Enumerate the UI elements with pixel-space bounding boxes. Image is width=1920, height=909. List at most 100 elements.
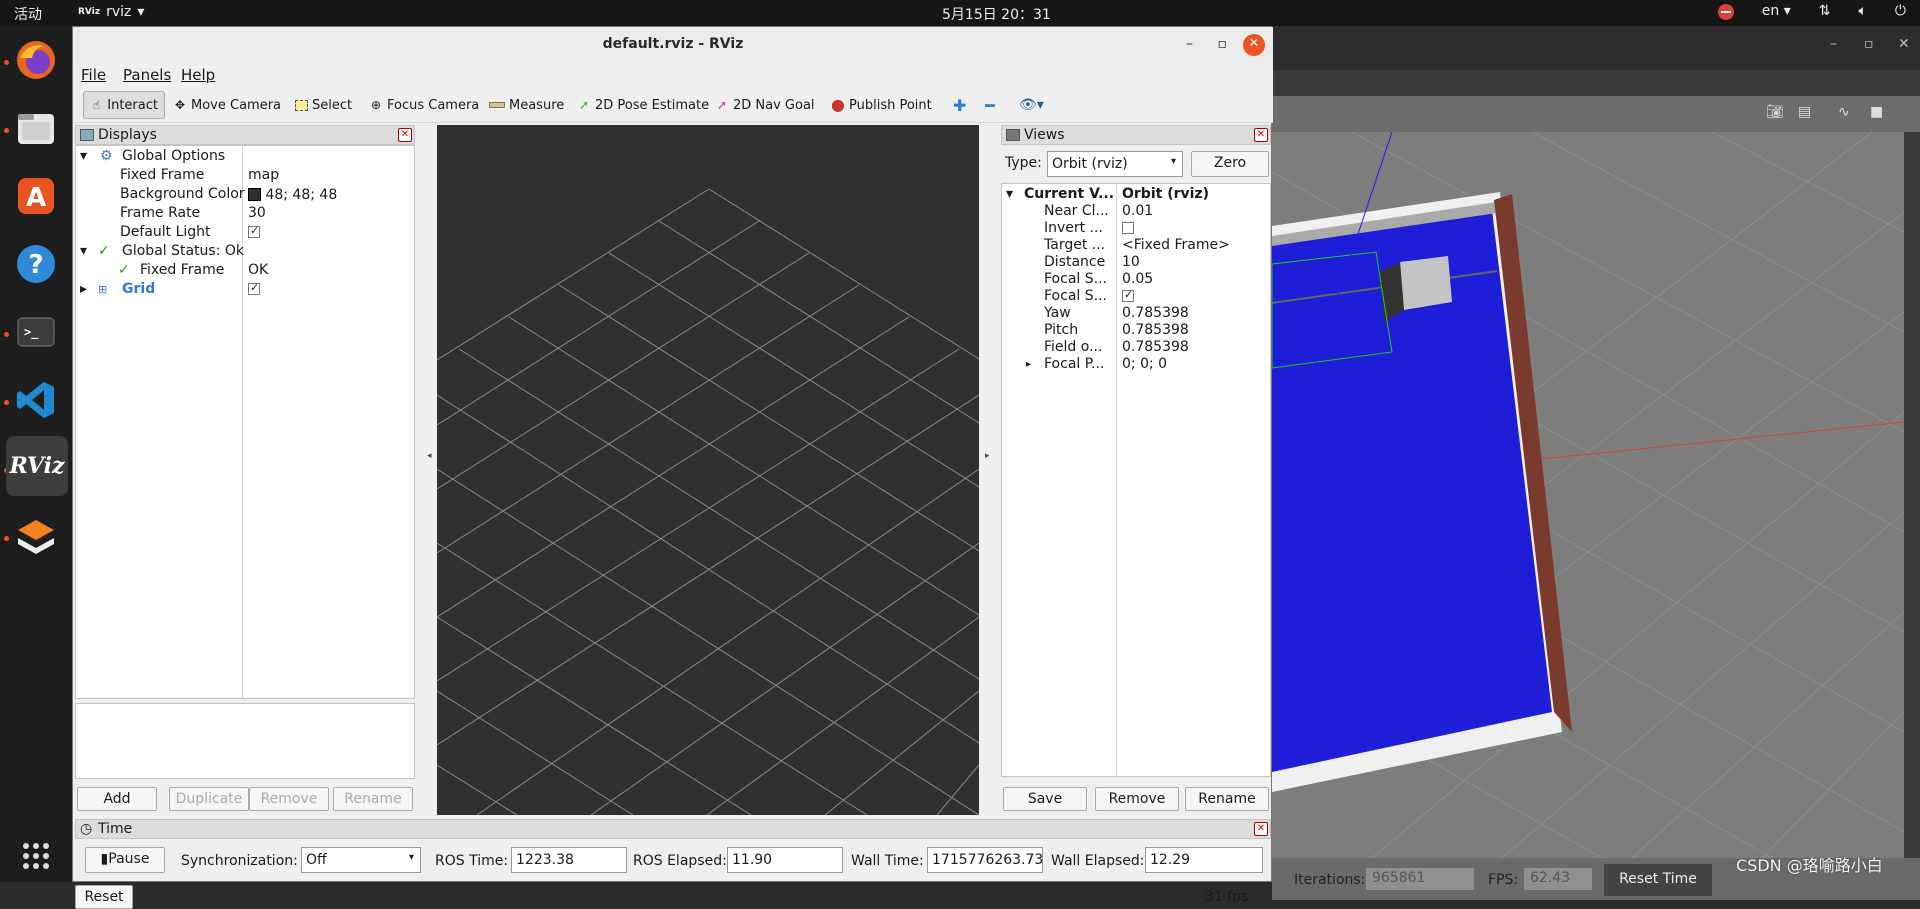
activities-button[interactable]: 活动 xyxy=(14,4,42,24)
files-icon[interactable] xyxy=(12,104,60,152)
fixed-frame-value[interactable]: map xyxy=(248,167,279,183)
sync-select[interactable]: Off ▾ xyxy=(301,847,421,873)
gazebo-3d-scene[interactable] xyxy=(1272,132,1904,858)
tree-row[interactable]: Default Light xyxy=(76,224,414,243)
tree-row[interactable]: ▾ ✓ Global Status: Ok xyxy=(76,243,414,262)
remove-display-button[interactable]: Remove xyxy=(249,787,329,811)
select-tool[interactable]: Select xyxy=(289,91,358,119)
pause-button[interactable]: ▮Pause xyxy=(85,847,165,873)
remove-tool-icon[interactable]: ━ xyxy=(979,91,1001,119)
maximize-icon[interactable]: ▫ xyxy=(1218,36,1228,52)
invert-checkbox[interactable] xyxy=(1122,222,1134,234)
pose-estimate-tool[interactable]: ➚ 2D Pose Estimate xyxy=(571,91,715,119)
close-icon[interactable]: ✕ xyxy=(1898,36,1910,52)
background-color-value[interactable]: 48; 48; 48 xyxy=(248,186,337,203)
measure-tool[interactable]: Measure xyxy=(483,91,570,119)
vscode-icon[interactable] xyxy=(12,376,60,424)
camera-icon[interactable]: 📷︎ xyxy=(1766,104,1784,120)
interact-tool[interactable]: ☝ Interact xyxy=(83,91,165,119)
menu-file[interactable]: File xyxy=(81,66,106,84)
reset-time-button[interactable]: Reset Time xyxy=(1604,864,1712,896)
rename-display-button[interactable]: Rename xyxy=(333,787,413,811)
ros-time-field[interactable]: 1223.38 xyxy=(511,847,627,873)
plot-icon[interactable]: ∿ xyxy=(1838,104,1850,120)
prop-value[interactable]: 0.785398 xyxy=(1122,339,1189,355)
add-tool-icon[interactable]: ✚ xyxy=(947,91,972,119)
focus-camera-tool[interactable]: ⊕ Focus Camera xyxy=(363,91,485,119)
minimize-icon[interactable]: – xyxy=(1830,36,1837,52)
input-language[interactable]: en ▾ xyxy=(1762,3,1791,19)
measure-label: Measure xyxy=(509,97,565,113)
prop-value[interactable]: 0; 0; 0 xyxy=(1122,356,1167,372)
gazebo-icon[interactable] xyxy=(12,512,60,560)
app-menu[interactable]: RViz rviz ▾ xyxy=(78,4,144,20)
rename-view-button[interactable]: Rename xyxy=(1185,787,1269,811)
log-icon[interactable]: ▤ xyxy=(1798,104,1811,120)
power-icon[interactable]: ⏻ xyxy=(1895,3,1906,19)
expand-right-icon[interactable]: ▸ xyxy=(1026,359,1031,370)
show-apps-icon[interactable] xyxy=(12,832,60,880)
wall-time-field[interactable]: 1715776263.73 xyxy=(927,847,1043,873)
reset-button[interactable]: Reset xyxy=(75,885,133,909)
tree-row[interactable]: Background Color 48; 48; 48 xyxy=(76,186,414,205)
zero-button[interactable]: Zero xyxy=(1191,151,1269,177)
video-icon[interactable]: ■ xyxy=(1870,104,1883,120)
eye-icon[interactable]: 👁︎▾ xyxy=(1013,91,1050,119)
tree-row[interactable]: ▸ Focal P... 0; 0; 0 xyxy=(1002,356,1270,375)
menu-help[interactable]: Help xyxy=(181,66,215,84)
tree-row[interactable]: ▾ ⚙ Global Options xyxy=(76,148,414,167)
prop-value[interactable]: 10 xyxy=(1122,254,1140,270)
views-tree[interactable]: ▾ Current V... Orbit (rviz) Near Cl... 0.… xyxy=(1001,183,1271,777)
rviz-dock-icon[interactable]: RViz xyxy=(6,436,68,496)
prop-value[interactable]: <Fixed Frame> xyxy=(1122,237,1230,253)
3d-viewport[interactable] xyxy=(437,125,979,815)
focal-shape-checkbox[interactable] xyxy=(1122,288,1134,302)
displays-tree[interactable]: ▾ ⚙ Global Options Fixed Frame map Backg… xyxy=(75,145,415,699)
expand-right-icon[interactable]: ▸ xyxy=(80,281,87,297)
software-icon[interactable]: A xyxy=(12,172,60,220)
do-not-disturb-icon[interactable] xyxy=(1717,4,1734,20)
publish-point-tool[interactable]: ⬤ Publish Point xyxy=(825,91,938,119)
firefox-icon[interactable] xyxy=(12,36,60,84)
rviz-titlebar[interactable]: default.rviz - RViz – ▫ ✕ xyxy=(73,27,1273,63)
add-display-button[interactable]: Add xyxy=(77,787,157,811)
minimize-icon[interactable]: – xyxy=(1186,36,1193,52)
volume-icon[interactable]: 🔈︎ xyxy=(1859,3,1867,19)
close-icon[interactable]: ✕ xyxy=(1243,34,1265,56)
wall-time-label: Wall Time: xyxy=(851,853,924,869)
default-light-checkbox[interactable] xyxy=(248,224,260,238)
tree-row[interactable]: ▸ ⊞ Grid xyxy=(76,281,414,300)
menu-panels[interactable]: Panels xyxy=(123,66,171,84)
prop-value[interactable]: 0.785398 xyxy=(1122,305,1189,321)
view-type-select[interactable]: Orbit (rviz) ▾ xyxy=(1047,151,1183,177)
move-camera-tool[interactable]: ✥ Move Camera xyxy=(167,91,287,119)
terminal-icon[interactable]: >_ xyxy=(12,308,60,356)
close-panel-icon[interactable]: ✕ xyxy=(1254,128,1268,142)
clock[interactable]: 5月15日 20：31 xyxy=(942,4,1051,24)
close-panel-icon[interactable]: ✕ xyxy=(398,128,412,142)
duplicate-button[interactable]: Duplicate xyxy=(169,787,249,811)
expand-down-icon[interactable]: ▾ xyxy=(80,148,87,164)
tree-row[interactable]: Frame Rate 30 xyxy=(76,205,414,224)
tree-row[interactable]: ✓ Fixed Frame OK xyxy=(76,262,414,281)
ros-elapsed-field[interactable]: 11.90 xyxy=(727,847,843,873)
network-icon[interactable]: ⇅ xyxy=(1819,3,1831,19)
help-icon[interactable]: ? xyxy=(12,240,60,288)
nav-goal-tool[interactable]: ➚ 2D Nav Goal xyxy=(709,91,821,119)
prop-value[interactable]: 0.01 xyxy=(1122,203,1153,219)
expand-down-icon[interactable]: ▾ xyxy=(1006,186,1013,202)
collapse-left-icon[interactable]: ◂ xyxy=(427,451,432,461)
grid-checkbox[interactable] xyxy=(248,281,260,295)
wall-elapsed-field[interactable]: 12.29 xyxy=(1145,847,1263,873)
remove-view-button[interactable]: Remove xyxy=(1095,787,1179,811)
close-panel-icon[interactable]: ✕ xyxy=(1254,822,1268,836)
tree-row[interactable]: Fixed Frame map xyxy=(76,167,414,186)
maximize-icon[interactable]: ▫ xyxy=(1864,36,1874,52)
expand-down-icon[interactable]: ▾ xyxy=(80,243,87,259)
system-tray[interactable]: en ▾ ⇅ 🔈︎ ⏻ xyxy=(1717,3,1906,20)
prop-value[interactable]: 0.785398 xyxy=(1122,322,1189,338)
collapse-right-icon[interactable]: ▸ xyxy=(985,451,990,461)
save-view-button[interactable]: Save xyxy=(1003,787,1087,811)
prop-value[interactable]: 0.05 xyxy=(1122,271,1153,287)
frame-rate-value[interactable]: 30 xyxy=(248,205,266,221)
